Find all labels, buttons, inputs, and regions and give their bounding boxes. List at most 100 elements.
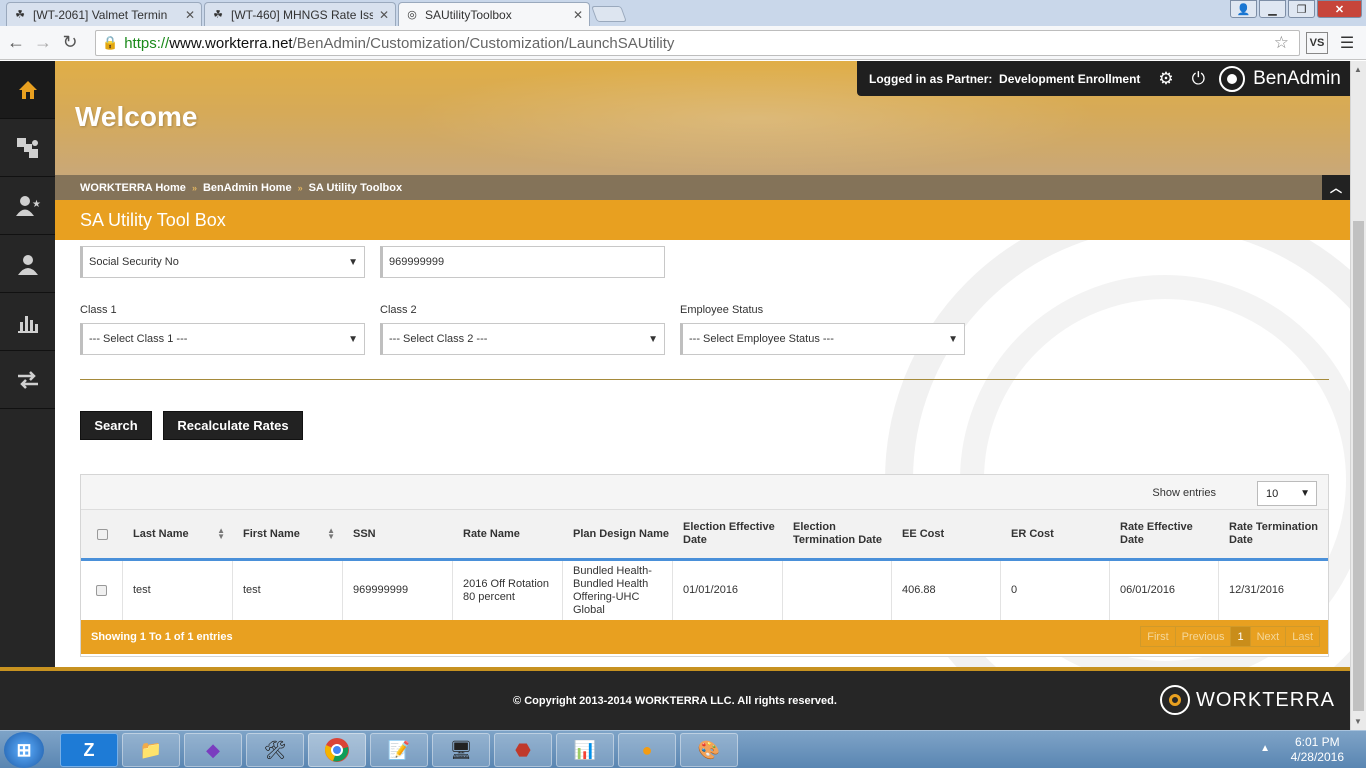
recalculate-rates-button[interactable]: Recalculate Rates [163, 411, 303, 440]
user-icon[interactable]: 👤 [1230, 0, 1257, 18]
column-header-rate-termination-date[interactable]: Rate Termination Date [1219, 510, 1328, 558]
taskbar-paint-icon[interactable]: 🎨 [680, 733, 738, 767]
column-header-last-name[interactable]: Last Name ▲ ▼ [123, 510, 233, 558]
column-header-ssn[interactable]: SSN [343, 510, 453, 558]
sidebar-item-transfers[interactable] [0, 351, 55, 409]
entries-per-page-select[interactable]: 10 ▼ [1257, 481, 1317, 506]
section-title: SA Utility Tool Box [55, 200, 1350, 240]
column-header-rate-effective-date[interactable]: Rate Effective Date [1110, 510, 1219, 558]
column-label: ER Cost [1011, 527, 1054, 540]
sort-icon: ▲ ▼ [217, 526, 225, 541]
partner-name: Development Enrollment [999, 71, 1141, 86]
address-bar[interactable]: 🔒 https:// www.workterra.net /BenAdmin/C… [95, 30, 1300, 56]
taskbar-visual-studio-icon[interactable]: ◆ [184, 733, 242, 767]
bookmark-star-icon[interactable]: ☆ [1274, 33, 1289, 53]
scrollbar-thumb[interactable] [1353, 221, 1364, 711]
scroll-down-arrow-icon[interactable]: ▼ [1354, 717, 1362, 726]
close-icon[interactable]: ✕ [573, 8, 583, 22]
breadcrumb-workterra-home[interactable]: WORKTERRA Home [80, 182, 186, 194]
page-title: Welcome [75, 101, 198, 132]
vertical-scrollbar[interactable]: ▲ ▼ [1350, 61, 1366, 730]
browser-tab-1[interactable]: ☘ [WT-2061] Valmet Termin ✕ [6, 2, 202, 26]
taskbar-spreadsheet-icon[interactable]: 📊 [556, 733, 614, 767]
search-type-select[interactable]: Social Security No ▼ [80, 246, 365, 278]
window-close-button[interactable]: ✕ [1317, 0, 1362, 18]
sidebar-item-employees[interactable] [0, 235, 55, 293]
back-arrow-icon[interactable]: ← [5, 32, 27, 54]
column-header-first-name[interactable]: First Name ▲ ▼ [233, 510, 343, 558]
column-label: SSN [353, 527, 376, 540]
sidebar-item-admin-users[interactable]: ★ [0, 177, 55, 235]
breadcrumb-separator-icon: » [297, 182, 303, 193]
menu-icon[interactable]: ☰ [1336, 32, 1358, 54]
browser-tab-2[interactable]: ☘ [WT-460] MHNGS Rate Iss ✕ [204, 2, 396, 26]
column-header-plan-design-name[interactable]: Plan Design Name [563, 510, 673, 558]
swap-arrows-icon [17, 370, 38, 389]
reload-icon[interactable]: ↻ [59, 32, 81, 54]
workterra-favicon-icon: ◎ [407, 9, 417, 21]
breadcrumb-benadmin-home[interactable]: BenAdmin Home [203, 182, 292, 194]
logged-in-prefix: Logged in as [869, 71, 944, 86]
column-header-rate-name[interactable]: Rate Name [453, 510, 563, 558]
taskbar-remote-desktop-icon[interactable]: 🖥 [432, 733, 490, 767]
taskbar-acrobat-icon[interactable]: ⬣ [494, 733, 552, 767]
class1-label: Class 1 [80, 304, 117, 316]
class1-select[interactable]: --- Select Class 1 --- ▼ [80, 323, 365, 355]
column-header-election-effective-date[interactable]: Election Effective Date [673, 510, 783, 558]
pager-current-page[interactable]: 1 [1231, 627, 1251, 646]
cell-rate-termination-date: 12/31/2016 [1229, 584, 1285, 596]
search-value-input[interactable]: 969999999 [380, 246, 665, 278]
pager-previous[interactable]: Previous [1176, 627, 1232, 646]
pager-last[interactable]: Last [1286, 627, 1319, 646]
taskbar-app-icon[interactable]: ● [618, 733, 676, 767]
column-header-election-termination-date[interactable]: Election Termination Date [783, 510, 892, 558]
employee-status-select[interactable]: --- Select Employee Status --- ▼ [680, 323, 965, 355]
url-host: www.workterra.net [169, 34, 293, 52]
pager-first[interactable]: First [1141, 627, 1176, 646]
extension-button[interactable]: VS [1306, 32, 1328, 54]
power-icon[interactable]: ⏻ [1192, 69, 1205, 89]
maximize-button[interactable]: ❐ [1288, 0, 1315, 18]
cell-er-cost: 0 [1001, 561, 1110, 620]
copyright-text: © Copyright 2013-2014 WORKTERRA LLC. All… [513, 694, 837, 707]
show-entries-label: Show entries [1152, 487, 1216, 499]
sidebar-item-home[interactable] [0, 61, 55, 119]
search-button[interactable]: Search [80, 411, 152, 440]
table-row[interactable]: test test 969999999 2016 Off Rotation 80… [81, 561, 1328, 620]
class2-select-value: --- Select Class 2 --- [389, 333, 488, 345]
collapse-chevron-up-icon[interactable]: ︿ [1322, 175, 1350, 200]
taskbar-chrome-icon[interactable] [308, 733, 366, 767]
sidebar-item-reports[interactable] [0, 293, 55, 351]
class2-select[interactable]: --- Select Class 2 --- ▼ [380, 323, 665, 355]
pager-next[interactable]: Next [1251, 627, 1287, 646]
column-header-er-cost[interactable]: ER Cost [1001, 510, 1110, 558]
select-all-checkbox[interactable] [96, 528, 108, 540]
browser-tab-3[interactable]: ◎ SAUtilityToolbox ✕ [398, 2, 590, 26]
taskbar-z-app-icon[interactable]: Z [60, 733, 118, 767]
minimize-button[interactable]: ▁ [1259, 0, 1286, 18]
browser-tab-1-label: [WT-2061] Valmet Termin [33, 7, 168, 22]
system-tray-icon[interactable]: ▲ [1260, 743, 1270, 754]
windows-start-button[interactable]: ⊞ [4, 732, 44, 768]
column-label: Election Termination Date [793, 521, 883, 546]
close-icon[interactable]: ✕ [185, 8, 195, 22]
taskbar-editor-icon[interactable]: 📝 [370, 733, 428, 767]
gear-icon[interactable]: ⚙ [1158, 69, 1173, 89]
employee-status-label: Employee Status [680, 304, 764, 316]
logged-in-label: Logged in as Partner: Development Enroll… [869, 72, 1140, 86]
row-checkbox[interactable] [96, 585, 107, 596]
scroll-up-arrow-icon[interactable]: ▲ [1354, 65, 1362, 74]
benadmin-brand[interactable]: BenAdmin [1219, 65, 1341, 92]
forward-arrow-icon[interactable]: → [32, 32, 54, 54]
close-icon[interactable]: ✕ [379, 8, 389, 22]
taskbar-explorer-icon[interactable]: 📁 [122, 733, 180, 767]
browser-toolbar: ← → ↻ 🔒 https:// www.workterra.net /BenA… [0, 26, 1366, 60]
cell-ssn: 969999999 [343, 561, 453, 620]
sidebar-item-configuration[interactable] [0, 119, 55, 177]
new-tab-button[interactable] [591, 6, 627, 22]
taskbar-clock[interactable]: 6:01 PM 4/28/2016 [1291, 735, 1344, 765]
row-select-cell [81, 561, 123, 620]
column-header-ee-cost[interactable]: EE Cost [892, 510, 1001, 558]
column-label: Rate Termination Date [1229, 521, 1319, 546]
taskbar-tools-icon[interactable]: 🛠 [246, 733, 304, 767]
